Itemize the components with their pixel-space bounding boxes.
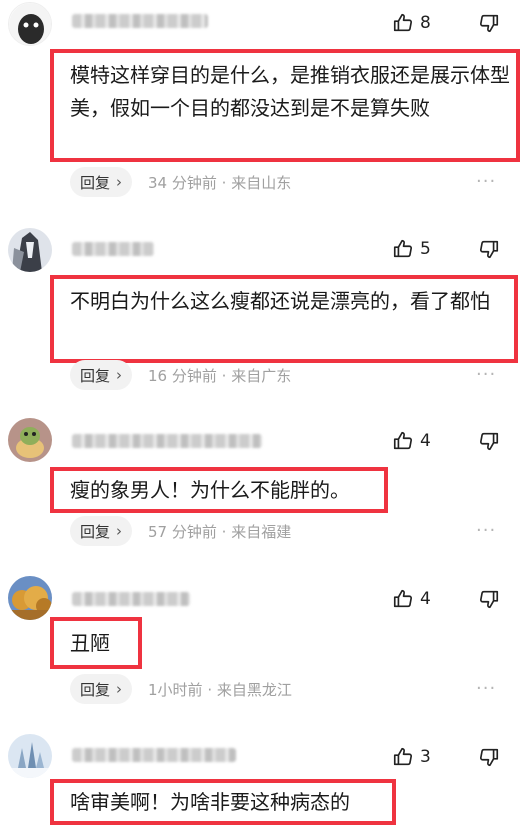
thumbs-up-icon [393,431,413,450]
reply-button[interactable]: 回复 › [70,167,133,197]
comment-text: 模特这样穿目的是什么，是推销衣服还是展示体型美，假如一个目的都没达到是不是算失败 [50,49,520,162]
chevron-right-icon: › [116,173,123,191]
comment-text: 不明白为什么这么瘦都还说是漂亮的，看了都怕 [50,275,518,363]
comment-meta: 回复 › 1小时前 · 来自黑龙江 [70,674,292,704]
comment-meta: 回复 › 57 分钟前 · 来自福建 [70,516,291,546]
comment-location: 来自山东 [231,173,292,192]
comment-meta: 回复 › 34 分钟前 · 来自山东 [70,167,291,197]
like-count: 5 [420,239,431,259]
comment-time: 34 分钟前 [148,173,217,192]
comment-time: 16 分钟前 [148,366,217,385]
thumbs-down-icon [479,14,499,33]
chevron-right-icon: › [116,522,123,540]
username-blurred[interactable] [72,242,154,256]
like-button[interactable]: 4 [392,430,431,452]
reply-label: 回复 [80,680,111,699]
avatar[interactable] [8,734,52,778]
username-blurred[interactable] [72,592,190,606]
reply-label: 回复 [80,173,111,192]
reply-label: 回复 [80,522,111,541]
like-count: 4 [420,431,431,451]
like-count: 8 [420,13,431,33]
meta-separator: · [216,366,232,385]
thumbs-up-icon [393,747,413,766]
comment-location: 来自福建 [231,522,292,541]
comment-text: 啥审美啊！为啥非要这种病态的 [50,779,396,825]
comment-location: 来自黑龙江 [216,680,292,699]
comment-time: 1小时前 [148,680,203,699]
dislike-button[interactable] [478,746,500,772]
meta-separator: · [216,173,232,192]
reply-button[interactable]: 回复 › [70,360,133,390]
thumbs-up-icon [393,589,413,608]
username-blurred[interactable] [72,434,262,448]
like-count: 4 [420,589,431,609]
avatar[interactable] [8,576,52,620]
comment-time-location: 57 分钟前 · 来自福建 [148,521,291,542]
dislike-button[interactable] [478,12,500,38]
thumbs-down-icon [479,748,499,767]
like-count: 3 [420,747,431,767]
comment-time-location: 34 分钟前 · 来自山东 [148,172,291,193]
avatar[interactable] [8,2,52,46]
thumbs-down-icon [479,432,499,451]
more-options-icon[interactable]: ··· [476,364,496,385]
thumbs-down-icon [479,590,499,609]
thumbs-up-icon [393,239,413,258]
reply-label: 回复 [80,366,111,385]
avatar-image [8,418,52,462]
like-button[interactable]: 5 [392,238,431,260]
chevron-right-icon: › [116,680,123,698]
reply-button[interactable]: 回复 › [70,516,133,546]
comment-time-location: 1小时前 · 来自黑龙江 [148,679,292,700]
like-button[interactable]: 4 [392,588,431,610]
username-blurred[interactable] [72,14,208,28]
thumbs-up-icon [393,13,413,32]
dislike-button[interactable] [478,238,500,264]
more-options-icon[interactable]: ··· [476,520,496,541]
avatar[interactable] [8,418,52,462]
meta-separator: · [216,522,232,541]
comment-text: 瘦的象男人！为什么不能胖的。 [50,467,388,513]
reply-button[interactable]: 回复 › [70,674,133,704]
comment-text: 丑陋 [50,617,142,669]
avatar[interactable] [8,228,52,272]
avatar-image [8,734,52,778]
username-blurred[interactable] [72,748,236,762]
more-options-icon[interactable]: ··· [476,678,496,699]
like-button[interactable]: 8 [392,12,431,34]
comment-meta: 回复 › 16 分钟前 · 来自广东 [70,360,291,390]
comment-time-location: 16 分钟前 · 来自广东 [148,365,291,386]
more-options-icon[interactable]: ··· [476,171,496,192]
meta-separator: · [202,680,217,699]
thumbs-down-icon [479,240,499,259]
dislike-button[interactable] [478,430,500,456]
comment-location: 来自广东 [231,366,292,385]
comment-time: 57 分钟前 [148,522,217,541]
like-button[interactable]: 3 [392,746,431,768]
avatar-image [9,3,51,45]
avatar-image [8,576,52,620]
dislike-button[interactable] [478,588,500,614]
avatar-image [8,228,52,272]
chevron-right-icon: › [116,366,123,384]
